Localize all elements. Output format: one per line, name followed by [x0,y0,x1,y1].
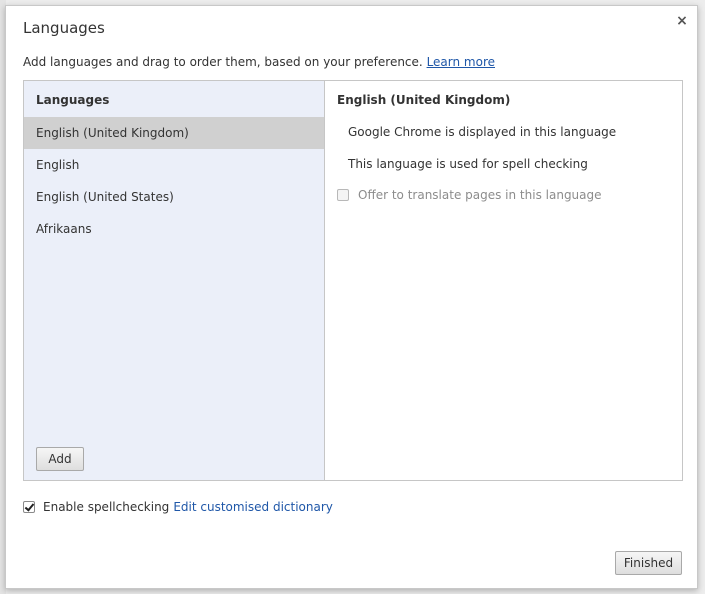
edit-dictionary-link[interactable]: Edit customised dictionary [173,500,333,514]
spellcheck-label: Enable spellchecking [43,500,170,514]
language-item-english-uk[interactable]: English (United Kingdom) [24,117,324,149]
dialog-title: Languages [23,19,105,37]
add-language-button[interactable]: Add [36,447,84,471]
close-icon[interactable]: × [674,13,690,29]
language-list: English (United Kingdom) English English… [24,117,324,245]
selected-language-title: English (United Kingdom) [337,93,511,107]
spellcheck-row: Enable spellchecking Edit customised dic… [23,500,333,514]
language-item-english-us[interactable]: English (United States) [24,181,324,213]
language-item-english[interactable]: English [24,149,324,181]
languages-list-pane: Languages English (United Kingdom) Engli… [24,81,325,480]
description-text: Add languages and drag to order them, ba… [23,55,423,69]
languages-list-header: Languages [36,93,110,107]
display-language-info: Google Chrome is displayed in this langu… [348,125,617,139]
finished-button[interactable]: Finished [615,551,682,575]
languages-dialog: Languages × Add languages and drag to or… [5,5,698,589]
spellcheck-checkbox[interactable] [23,501,35,513]
learn-more-link[interactable]: Learn more [427,55,495,69]
languages-panel: Languages English (United Kingdom) Engli… [23,80,683,481]
language-item-afrikaans[interactable]: Afrikaans [24,213,324,245]
dialog-description: Add languages and drag to order them, ba… [23,55,495,69]
translate-offer-row: Offer to translate pages in this languag… [337,188,602,202]
translate-label: Offer to translate pages in this languag… [358,188,602,202]
language-detail-pane: English (United Kingdom) Google Chrome i… [325,81,682,480]
spell-check-info: This language is used for spell checking [348,157,588,171]
translate-checkbox[interactable] [337,189,349,201]
